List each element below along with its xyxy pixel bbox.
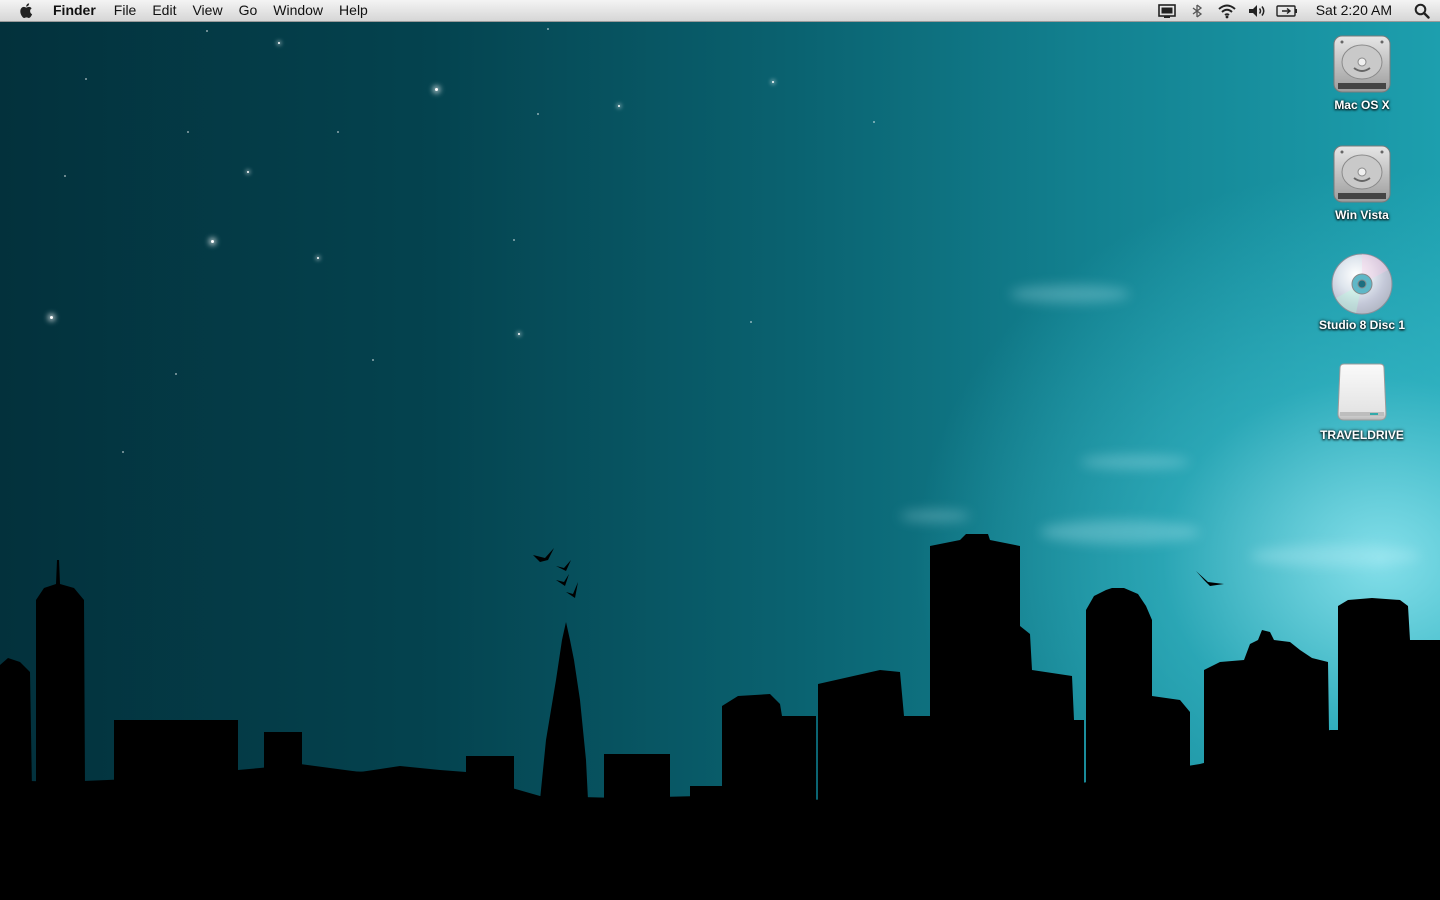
menu-window[interactable]: Window xyxy=(265,0,331,21)
desktop-icon-label: Win Vista xyxy=(1335,208,1389,222)
hard-drive-icon xyxy=(1333,145,1391,203)
menu-file[interactable]: File xyxy=(106,0,145,21)
desktop[interactable]: Mac OS X Win Vista Studio 8 Disc 1 TRAVE… xyxy=(0,0,1440,900)
menu-bar-clock[interactable]: Sat 2:20 AM xyxy=(1302,0,1408,21)
bluetooth-icon[interactable] xyxy=(1182,0,1212,21)
spotlight-search-icon[interactable] xyxy=(1408,0,1436,21)
external-drive-icon xyxy=(1337,363,1387,421)
menu-view[interactable]: View xyxy=(184,0,230,21)
apple-icon[interactable] xyxy=(19,2,35,19)
volume-icon[interactable] xyxy=(1242,0,1272,21)
wallpaper-skyline xyxy=(0,534,1440,900)
desktop-icon-label: Mac OS X xyxy=(1334,98,1390,112)
menu-edit[interactable]: Edit xyxy=(144,0,184,21)
menu-bar-left: Finder File Edit View Go Window Help xyxy=(0,0,376,21)
wifi-icon[interactable] xyxy=(1212,0,1242,21)
menu-help[interactable]: Help xyxy=(331,0,376,21)
desktop-icon-win-vista[interactable]: Win Vista xyxy=(1302,142,1422,222)
display-mirroring-icon[interactable] xyxy=(1152,0,1182,21)
menu-finder[interactable]: Finder xyxy=(53,0,106,21)
menu-bar-status-area: Sat 2:20 AM xyxy=(1152,0,1440,21)
hard-drive-icon xyxy=(1333,35,1391,93)
menu-bar: Finder File Edit View Go Window Help Sat… xyxy=(0,0,1440,22)
menu-go[interactable]: Go xyxy=(231,0,266,21)
desktop-icon-label: Studio 8 Disc 1 xyxy=(1318,318,1406,332)
desktop-icon-studio-8-disc-1[interactable]: Studio 8 Disc 1 xyxy=(1302,252,1422,332)
desktop-icon-traveldrive[interactable]: TRAVELDRIVE xyxy=(1302,362,1422,442)
battery-icon[interactable] xyxy=(1272,0,1302,21)
desktop-icon-label: TRAVELDRIVE xyxy=(1320,428,1404,442)
cd-disc-icon xyxy=(1331,253,1393,315)
desktop-icon-mac-os-x[interactable]: Mac OS X xyxy=(1302,32,1422,112)
